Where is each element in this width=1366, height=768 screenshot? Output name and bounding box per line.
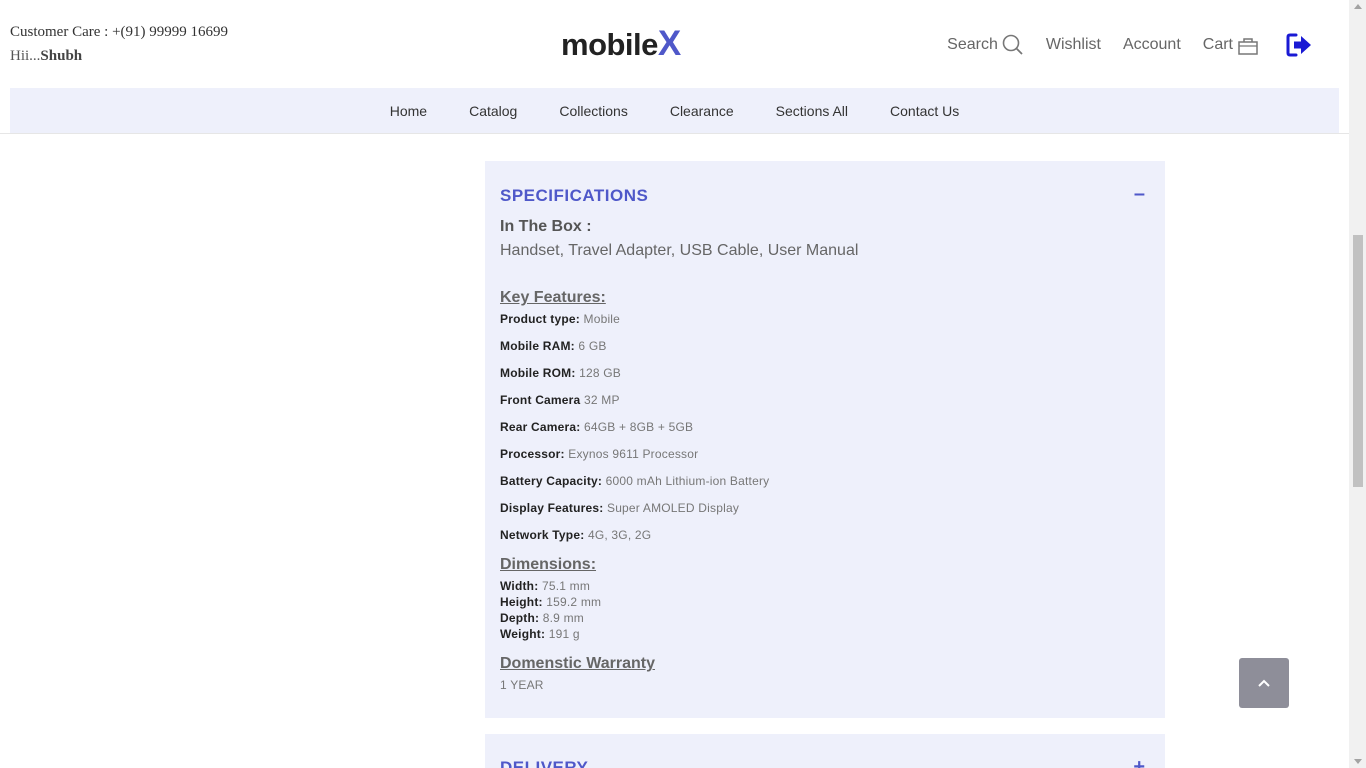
feature-label: Battery Capacity: [500, 474, 603, 488]
feature-row: Mobile ROM: 128 GB [500, 366, 621, 380]
dimensions-heading: Dimensions: [500, 556, 597, 573]
specifications-title[interactable]: SPECIFICATIONS [500, 186, 648, 206]
dimension-value: 75.1 mm [541, 579, 591, 593]
search-icon [1002, 34, 1023, 55]
feature-value: 32 MP [583, 393, 620, 407]
feature-row: Front Camera 32 MP [500, 393, 620, 407]
scrollbar-thumb[interactable] [1353, 235, 1363, 487]
feature-row: Network Type: 4G, 3G, 2G [500, 528, 651, 542]
feature-value: Super AMOLED Display [606, 501, 740, 515]
specifications-panel: SPECIFICATIONS – In The Box : Handset, T… [485, 161, 1165, 718]
logout-icon [1286, 33, 1311, 57]
greeting-prefix: Hii... [10, 48, 41, 64]
search-label: Search [947, 36, 998, 53]
customer-care-text: Customer Care : +(91) 99999 16699 [10, 24, 229, 40]
header-divider [0, 133, 1349, 134]
dimension-value: 159.2 mm [546, 595, 602, 609]
in-the-box-value: Handset, Travel Adapter, USB Cable, User… [500, 242, 859, 259]
feature-row: Product type: Mobile [500, 312, 620, 326]
feature-value: 6 GB [578, 339, 607, 353]
wishlist-link[interactable]: Wishlist [1046, 36, 1101, 54]
page-scrollbar[interactable] [1349, 0, 1366, 768]
feature-label: Network Type: [500, 528, 585, 542]
feature-row: Battery Capacity: 6000 mAh Lithium-ion B… [500, 474, 769, 488]
logout-button[interactable] [1281, 32, 1313, 58]
scroll-up-arrow-icon[interactable] [1354, 4, 1362, 9]
header-actions: Search Wishlist Account Cart [925, 30, 1313, 60]
account-label: Account [1122, 36, 1181, 53]
delivery-panel[interactable]: DELIVERY + [485, 734, 1165, 768]
account-link[interactable]: Account [1123, 36, 1181, 54]
dimension-row: Weight: 191 g [500, 627, 580, 641]
feature-label: Rear Camera: [500, 420, 581, 434]
wishlist-label: Wishlist [1045, 36, 1101, 53]
user-name: Shubh [40, 48, 83, 64]
expand-toggle[interactable]: + [1133, 756, 1145, 768]
greeting: Hii...Shubh [10, 47, 82, 65]
feature-label: Display Features: [500, 501, 604, 515]
cart-icon [1238, 38, 1258, 55]
nav-item-clearance[interactable]: Clearance [670, 103, 734, 119]
dimension-label: Depth: [500, 611, 540, 625]
nav-item-sections-all[interactable]: Sections All [776, 103, 848, 119]
dimension-label: Weight: [500, 627, 546, 641]
feature-label: Product type: [500, 312, 580, 326]
nav-item-contact-us[interactable]: Contact Us [890, 103, 959, 119]
feature-row: Mobile RAM: 6 GB [500, 339, 607, 353]
dimension-label: Height: [500, 595, 543, 609]
feature-value: Mobile [583, 312, 621, 326]
back-to-top-button[interactable] [1239, 658, 1289, 708]
feature-value: 128 GB [579, 366, 621, 380]
dimension-label: Width: [500, 579, 539, 593]
feature-row: Processor: Exynos 9611 Processor [500, 447, 698, 461]
dimension-row: Height: 159.2 mm [500, 595, 601, 609]
feature-label: Mobile ROM: [500, 366, 576, 380]
site-logo[interactable]: mobileX [561, 26, 681, 63]
feature-label: Front Camera [500, 393, 581, 407]
warranty-heading: Domenstic Warranty [500, 655, 655, 672]
delivery-title[interactable]: DELIVERY [500, 758, 588, 768]
dimension-row: Width: 75.1 mm [500, 579, 590, 593]
warranty-value: 1 YEAR [500, 678, 544, 692]
main-nav: Home Catalog Collections Clearance Secti… [10, 88, 1339, 133]
dimension-row: Depth: 8.9 mm [500, 611, 584, 625]
chevron-up-icon [1258, 679, 1270, 687]
in-the-box-label: In The Box : [500, 218, 592, 235]
logo-accent-text: X [657, 24, 681, 63]
dimension-value: 8.9 mm [542, 611, 584, 625]
nav-item-home[interactable]: Home [390, 103, 427, 119]
nav-item-catalog[interactable]: Catalog [469, 103, 517, 119]
search-button[interactable]: Search [947, 34, 1024, 56]
feature-value: Exynos 9611 Processor [568, 447, 699, 461]
site-header: Customer Care : +(91) 99999 16699 Hii...… [0, 0, 1349, 88]
feature-value: 4G, 3G, 2G [587, 528, 652, 542]
key-features-heading: Key Features: [500, 289, 606, 306]
feature-value: 64GB + 8GB + 5GB [584, 420, 694, 434]
logo-main-text: mobile [561, 27, 658, 62]
dimension-value: 191 g [548, 627, 580, 641]
scroll-down-arrow-icon[interactable] [1354, 759, 1362, 764]
collapse-toggle[interactable]: – [1134, 183, 1145, 206]
feature-row: Rear Camera: 64GB + 8GB + 5GB [500, 420, 693, 434]
feature-label: Processor: [500, 447, 565, 461]
cart-button[interactable]: Cart [1203, 34, 1259, 56]
cart-label: Cart [1202, 36, 1233, 53]
nav-item-collections[interactable]: Collections [559, 103, 627, 119]
feature-value: 6000 mAh Lithium-ion Battery [605, 474, 770, 488]
feature-label: Mobile RAM: [500, 339, 575, 353]
feature-row: Display Features: Super AMOLED Display [500, 501, 739, 515]
